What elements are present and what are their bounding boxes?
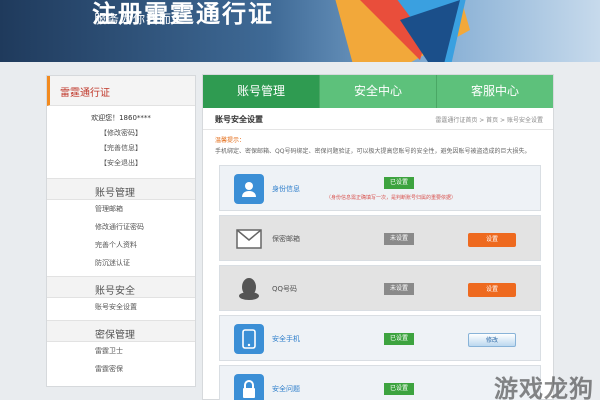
sidebar-item-token[interactable]: 雷霆密保 [47,360,195,378]
logout-link[interactable]: 【安全退出】 [47,158,195,168]
logo-graphic [335,0,470,62]
row-label: 保密邮箱 [272,235,300,243]
set-qq-button[interactable]: 设置 [468,283,516,297]
row-label: QQ号码 [272,285,298,293]
set-email-button[interactable]: 设置 [468,233,516,247]
security-row-email: 保密邮箱 未设置 设置 [219,215,541,261]
sidebar: 雷霆通行证 欢迎您！1860**** 【修改密码】 【完善信息】 【安全退出】 … [46,75,196,387]
tab-bar: 账号管理 安全中心 客服中心 [203,75,553,108]
sidebar-item-profile[interactable]: 完善个人资料 [47,236,195,254]
main-panel: 账号管理 安全中心 客服中心 账号安全设置 雷霆通行证首页 > 首页 > 账号安… [202,74,554,400]
security-row-qq: QQ号码 未设置 设置 [219,265,541,311]
sidebar-item-password[interactable]: 修改通行证密码 [47,218,195,236]
security-row-identity: 身份信息 已设置 （身份信息需正确填写一次，是判断账号归属的重要依据） [219,165,541,211]
modify-phone-button[interactable]: 修改 [468,333,516,347]
status-badge: 已设置 [384,177,414,189]
row-label: 安全手机 [272,335,300,343]
welcome-user: 欢迎您！1860**** [91,114,151,122]
security-row-question: 安全问题 已设置 [219,365,541,400]
sidebar-section-account[interactable]: 账号管理 [47,178,195,200]
complete-info-link[interactable]: 【完善信息】 [47,143,195,153]
page-title: 账号安全设置 [215,115,263,124]
user-icon [234,174,264,204]
row-hint: （身份信息需正确填写一次，是判断账号归属的重要依据） [326,195,457,201]
row-label: 身份信息 [272,185,300,193]
status-badge: 已设置 [384,383,414,395]
sidebar-header: 雷霆通行证 [47,76,195,106]
sidebar-item-email[interactable]: 管理邮箱 [47,200,195,218]
status-badge: 未设置 [384,283,414,295]
sidebar-item-guard[interactable]: 雷霆卫士 [47,342,195,360]
sidebar-section-security[interactable]: 账号安全 [47,276,195,298]
watermark-text: 游戏龙狗 [494,375,594,400]
phone-icon [234,324,264,354]
notice-text: 手机绑定、密保邮箱、QQ号码绑定、密保问题验证，可以极大提高您账号的安全性，避免… [215,148,531,155]
banner-subtitle: 服务为你我而生 [94,12,186,26]
breadcrumb[interactable]: 雷霆通行证首页 > 首页 > 账号安全设置 [435,115,543,124]
sidebar-item-anti-addiction[interactable]: 防沉迷认证 [47,254,195,272]
sidebar-item-security-settings[interactable]: 账号安全设置 [47,298,195,316]
title-row: 账号安全设置 雷霆通行证首页 > 首页 > 账号安全设置 [203,108,553,130]
status-badge: 已设置 [384,333,414,345]
sidebar-section-protection[interactable]: 密保管理 [47,320,195,342]
tab-security[interactable]: 安全中心 [320,75,437,108]
notice-title: 温馨提示： [215,137,246,144]
tab-service[interactable]: 客服中心 [437,75,553,108]
header-banner: 注册雷霆通行证 服务为你我而生 [0,0,600,62]
row-label: 安全问题 [272,385,300,393]
status-badge: 未设置 [384,233,414,245]
envelope-icon [234,224,264,254]
qq-penguin-icon [234,274,264,304]
tab-account[interactable]: 账号管理 [203,75,320,108]
security-row-phone: 安全手机 已设置 修改 [219,315,541,361]
lock-icon [234,374,264,400]
change-password-link[interactable]: 【修改密码】 [47,128,195,138]
